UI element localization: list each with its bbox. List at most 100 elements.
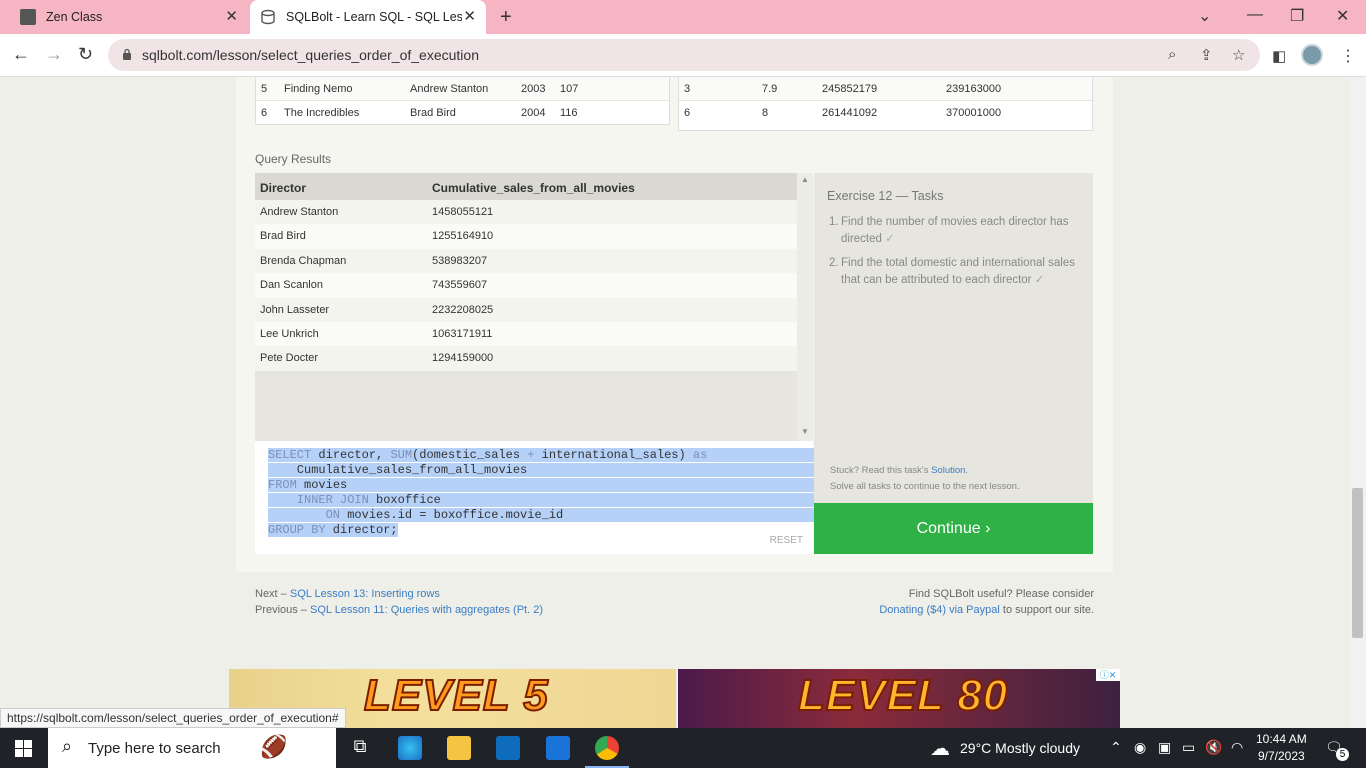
cell-international-sales: 239163000 <box>946 83 1002 95</box>
query-results-table: Director Cumulative_sales_from_all_movie… <box>255 173 813 441</box>
cell-director: Andrew Stanton <box>410 83 489 95</box>
windows-taskbar: ⌕ Type here to search 🏈 ⧉ ☁ 29°C Mostly … <box>0 728 1366 768</box>
exercise-panel: Exercise 12 — Tasks 1. Find the number o… <box>814 173 1093 503</box>
tab-sqlbolt[interactable]: SQLBolt - Learn SQL - SQL Lesson ✕ <box>250 0 486 34</box>
donate-line: Donating ($4) via Paypal to support our … <box>879 602 1094 618</box>
ad-text: LEVEL 5 <box>363 670 549 721</box>
forward-icon[interactable]: → <box>45 44 63 65</box>
cloudy-weather-icon: ☁ <box>930 738 950 760</box>
sql-editor[interactable]: SELECT director, SUM(domestic_sales + in… <box>255 441 873 554</box>
restore-icon[interactable]: ❐ <box>1290 6 1304 26</box>
tab-zen-class[interactable]: Zen Class ✕ <box>8 0 248 34</box>
reload-icon[interactable]: ↻ <box>78 44 93 65</box>
scroll-up-icon[interactable]: ▲ <box>801 175 809 184</box>
taskbar-search[interactable]: ⌕ Type here to search 🏈 <box>48 728 336 768</box>
cell-length: 116 <box>560 107 578 119</box>
zoom-icon[interactable]: ⌕ <box>1168 46 1176 63</box>
page-scrollbar-thumb[interactable] <box>1352 488 1363 638</box>
weather-text[interactable]: 29°C Mostly cloudy <box>960 740 1080 756</box>
checkmark-icon: ✓ <box>885 233 895 245</box>
cell-year: 2003 <box>521 83 546 95</box>
previous-lesson-link[interactable]: SQL Lesson 11: Queries with aggregates (… <box>310 604 543 616</box>
side-panel-icon[interactable]: ◧ <box>1272 47 1286 65</box>
cell-director: Dan Scanlon <box>260 279 323 292</box>
store-icon[interactable] <box>496 736 520 760</box>
advertisement-banner[interactable]: LEVEL 80 <box>678 669 1120 728</box>
cell-sales: 1063171911 <box>432 328 493 340</box>
cell-title: Finding Nemo <box>284 83 353 95</box>
cell-sales: 1458055121 <box>432 206 494 218</box>
menu-icon[interactable]: ⋮ <box>1340 46 1356 66</box>
results-row: Dan Scanlon 743559607 <box>255 273 797 298</box>
mail-icon[interactable] <box>546 736 570 760</box>
omnibox[interactable]: sqlbolt.com/lesson/select_queries_order_… <box>108 39 1260 71</box>
bookmark-star-icon[interactable]: ☆ <box>1232 46 1245 64</box>
table-row: 6 8 261441092 370001000 <box>679 101 1092 125</box>
query-results-label: Query Results <box>255 152 332 166</box>
back-icon[interactable]: ← <box>12 44 30 65</box>
ad-close-icon[interactable]: ⓘ✕ <box>1096 669 1120 681</box>
status-link-preview: https://sqlbolt.com/lesson/select_querie… <box>0 708 346 728</box>
task-number: 2. <box>829 257 839 269</box>
task-view-icon[interactable]: ⧉ <box>348 736 372 760</box>
meet-icon[interactable]: ▣ <box>1158 739 1171 756</box>
solution-link[interactable]: Solution <box>931 465 965 476</box>
continue-button[interactable]: Continue › <box>814 503 1093 554</box>
new-tab-icon[interactable]: + <box>500 6 512 29</box>
tab-bar: Zen Class ✕ SQLBolt - Learn SQL - SQL Le… <box>0 0 1366 34</box>
chrome-icon[interactable] <box>595 736 619 760</box>
page-content: 5 Finding Nemo Andrew Stanton 2003 107 6… <box>0 77 1350 728</box>
battery-icon[interactable]: ▭ <box>1182 739 1195 756</box>
boxoffice-table: 3 7.9 245852179 239163000 6 8 261441092 … <box>678 77 1093 131</box>
cell-international-sales: 370001000 <box>946 107 1002 119</box>
exercise-title: Exercise 12 — Tasks <box>827 189 944 203</box>
close-window-icon[interactable]: ✕ <box>1336 6 1349 26</box>
cell-director: Pete Docter <box>260 352 319 365</box>
ad-text: LEVEL 80 <box>797 670 1009 721</box>
record-icon[interactable]: ◉ <box>1134 739 1146 756</box>
edge-icon[interactable] <box>398 736 422 760</box>
file-explorer-icon[interactable] <box>447 736 471 760</box>
reset-button[interactable]: RESET <box>770 535 803 546</box>
clock-time: 10:44 AM <box>1256 732 1307 746</box>
close-tab-icon[interactable]: ✕ <box>463 9 476 25</box>
results-row: John Lasseter 2232208025 <box>255 297 797 322</box>
share-icon[interactable]: ⇪ <box>1200 46 1213 64</box>
donate-link[interactable]: Donating ($4) via Paypal <box>879 604 999 616</box>
cell-sales: 538983207 <box>432 254 488 267</box>
cell-year: 2004 <box>521 107 546 119</box>
cell-sales: 2232208025 <box>432 303 494 316</box>
cell-director: Brad Bird <box>260 230 306 243</box>
cell-length: 107 <box>560 83 579 95</box>
notification-count-badge: 5 <box>1336 748 1349 761</box>
cell-rating: 7.9 <box>762 83 778 95</box>
table-row: 3 7.9 245852179 239163000 <box>679 77 1092 101</box>
results-row: Brad Bird 1255164910 <box>255 224 797 249</box>
sql-code[interactable]: SELECT director, SUM(domestic_sales + in… <box>268 448 873 538</box>
minimize-icon[interactable]: — <box>1247 6 1263 24</box>
volume-muted-icon[interactable]: 🔇 <box>1205 739 1222 756</box>
task-text: Find the total domestic and internationa… <box>841 257 1075 286</box>
next-lesson-link[interactable]: SQL Lesson 13: Inserting rows <box>290 588 440 600</box>
stuck-text: Stuck? Read this task's <box>830 465 932 476</box>
show-hidden-icons-icon[interactable]: ⌃ <box>1110 739 1122 756</box>
clock-date: 9/7/2023 <box>1257 749 1305 763</box>
column-header-cumulative-sales: Cumulative_sales_from_all_movies <box>432 181 635 195</box>
cell-director: Brenda Chapman <box>260 254 347 267</box>
close-tab-icon[interactable]: ✕ <box>225 9 238 25</box>
stuck-suffix: . <box>965 465 969 476</box>
cell-director: Brad Bird <box>410 107 456 119</box>
windows-start-icon[interactable] <box>15 740 32 757</box>
cell-sales: 1255164910 <box>432 230 494 243</box>
cell-movie-id: 6 <box>684 107 691 119</box>
wifi-icon[interactable]: ◠ <box>1231 739 1243 756</box>
results-scrollbar[interactable]: ▲ ▼ <box>797 173 813 441</box>
next-prefix: Next – <box>255 588 290 600</box>
profile-avatar[interactable] <box>1301 44 1323 66</box>
cell-rating: 8 <box>762 107 769 119</box>
tab-search-chevron-icon[interactable]: ⌄ <box>1198 6 1211 26</box>
previous-prefix: Previous – <box>255 604 311 616</box>
cell-director: John Lasseter <box>260 303 330 316</box>
system-clock[interactable]: 10:44 AM 9/7/2023 <box>1256 731 1307 765</box>
scroll-down-icon[interactable]: ▼ <box>801 427 809 436</box>
